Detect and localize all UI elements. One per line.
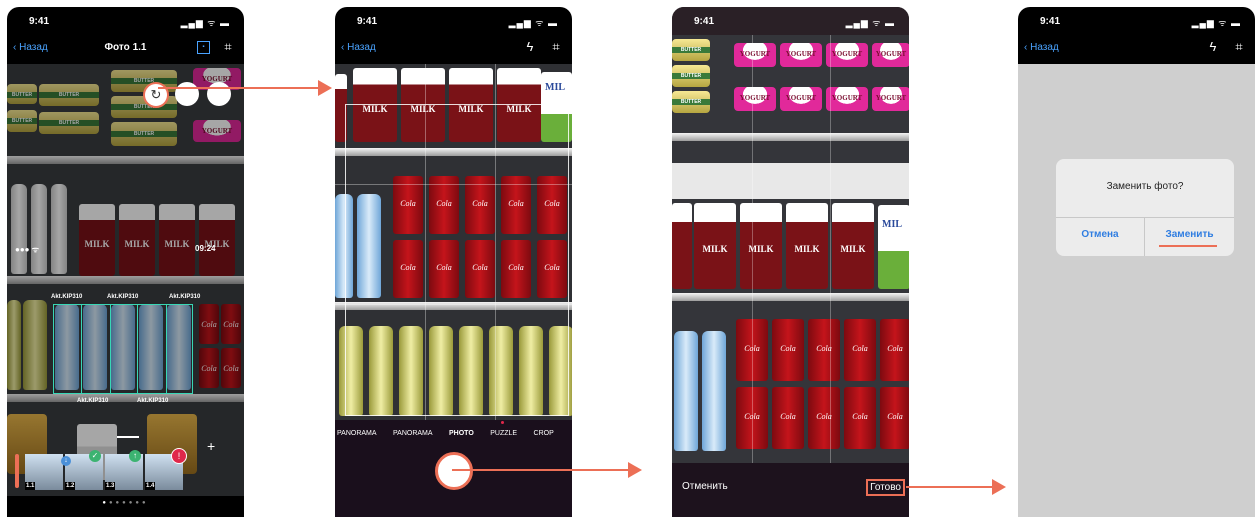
nav-bar: ‹ Назад ϟ ⌗ bbox=[335, 37, 572, 61]
arrow-head-icon bbox=[318, 80, 332, 96]
status-time: 9:41 bbox=[357, 16, 378, 27]
drag-handle[interactable] bbox=[117, 436, 139, 438]
status-bar: 9:41 ▂▄▆ ᯤ ▬ bbox=[7, 7, 244, 35]
product-tag: Akt.KIP310 bbox=[137, 398, 169, 404]
confirm-dialog: Заменить фото? Отмена Заменить bbox=[1056, 159, 1234, 256]
status-time: 9:41 bbox=[29, 16, 50, 27]
mode-panorama[interactable]: PANORAMA bbox=[337, 430, 377, 437]
arrow-head-icon bbox=[628, 462, 642, 478]
flash-off-icon[interactable]: ϟ bbox=[522, 39, 538, 55]
upload-icon: ↑ bbox=[129, 450, 141, 462]
download-icon: ↓ bbox=[61, 456, 71, 466]
cancel-button[interactable]: Отменить bbox=[682, 481, 728, 492]
arrow-head-icon bbox=[992, 479, 1006, 495]
action-button[interactable] bbox=[175, 82, 199, 106]
back-button[interactable]: ‹ Назад bbox=[1024, 42, 1059, 53]
done-button[interactable]: Готово bbox=[866, 479, 905, 496]
back-label: Назад bbox=[347, 42, 376, 53]
product-tag: Akt.KIP310 bbox=[107, 294, 139, 300]
screen-photo-preview: 9:41 ▂▄▆ ᯤ ▬ BUTTER BUTTER BUTTER YOGURT… bbox=[672, 7, 909, 517]
shelf-photo: BUTTER BUTTER BUTTER BUTTER BUTTER BUTTE… bbox=[7, 64, 244, 496]
add-icon[interactable]: + bbox=[207, 438, 215, 454]
thumbnail-strip: 1.1 1.2 ✓ 1.3 ↑ 1.4! ↓ bbox=[25, 448, 205, 490]
mode-crop[interactable]: CROP bbox=[534, 430, 554, 437]
dialog-title: Заменить фото? bbox=[1106, 181, 1184, 192]
status-icons: ▂▄▆ ᯤ ▬ bbox=[180, 18, 230, 28]
mode-selector: PANORAMA PANORAMA PHOTO PUZZLE CROP bbox=[337, 422, 566, 440]
error-icon: ! bbox=[171, 448, 187, 464]
crop-icon[interactable]: ⌗ bbox=[1231, 39, 1247, 55]
mode-puzzle[interactable]: PUZZLE bbox=[490, 430, 517, 437]
status-bar: 9:41 ▂▄▆ ᯤ ▬ bbox=[335, 7, 572, 35]
status-time: 9:41 bbox=[1040, 16, 1061, 27]
flow-arrow bbox=[452, 469, 628, 471]
mode-panorama[interactable]: PANORAMA bbox=[393, 430, 433, 437]
product-tag: Akt.KIP310 bbox=[169, 294, 201, 300]
back-label: Назад bbox=[1030, 42, 1059, 53]
product-tag: Akt.KIP310 bbox=[51, 294, 83, 300]
dimmed-background: Заменить фото? Отмена Заменить bbox=[1018, 64, 1255, 517]
replace-underline bbox=[1159, 245, 1217, 247]
screen-replace-confirm: 9:41 ▂▄▆ ᯤ ▬ ‹ Назад ϟ ⌗ Заменить фото? … bbox=[1018, 7, 1255, 517]
status-time: 9:41 bbox=[694, 16, 715, 27]
overlay-status-left: ●●● ᯤ bbox=[15, 245, 40, 254]
photo-preview: BUTTER BUTTER BUTTER YOGURT YOGURT YOGUR… bbox=[672, 35, 909, 463]
page-indicator: ●●●●●●● bbox=[102, 500, 149, 506]
status-icons: ▂▄▆ ᯤ ▬ bbox=[845, 18, 895, 28]
product-tag: Akt.KIP310 bbox=[77, 398, 109, 404]
selection-marker bbox=[15, 454, 19, 488]
preview-toolbar: Отменить Готово bbox=[672, 463, 909, 517]
status-bar: 9:41 ▂▄▆ ᯤ ▬ bbox=[1018, 7, 1255, 35]
crop-icon[interactable]: ⌗ bbox=[220, 39, 236, 55]
status-icons: ▂▄▆ ᯤ ▬ bbox=[1191, 18, 1241, 28]
retake-icon[interactable]: ↻ bbox=[143, 82, 169, 108]
status-bar: 9:41 ▂▄▆ ᯤ ▬ bbox=[672, 7, 909, 35]
back-button[interactable]: ‹ Назад bbox=[341, 42, 376, 53]
mode-photo[interactable]: PHOTO bbox=[449, 430, 474, 437]
check-icon: ✓ bbox=[89, 450, 101, 462]
shutter-button[interactable] bbox=[435, 452, 473, 490]
nav-bar: ‹ Назад ϟ ⌗ bbox=[1018, 37, 1255, 61]
screen-camera: 9:41 ▂▄▆ ᯤ ▬ ‹ Назад ϟ ⌗ MILK MILK MILK … bbox=[335, 7, 572, 517]
screen-photo-review: 9:41 ▂▄▆ ᯤ ▬ ‹ Назад Фото 1.1 ▪ ⌗ BUTTER… bbox=[7, 7, 244, 517]
capture-frame bbox=[345, 104, 569, 416]
action-button[interactable] bbox=[207, 82, 231, 106]
camera-viewfinder: MILK MILK MILK MILK MIL Cola Cola Cola C… bbox=[335, 64, 572, 420]
thumbnail[interactable]: 1.4! bbox=[145, 448, 187, 490]
flow-arrow bbox=[158, 87, 318, 89]
flow-arrow bbox=[906, 486, 992, 488]
frame-icon[interactable]: ▪ bbox=[197, 41, 210, 54]
nav-bar: ‹ Назад Фото 1.1 ▪ ⌗ bbox=[7, 37, 244, 61]
crop-icon[interactable]: ⌗ bbox=[548, 39, 564, 55]
overlay-status-time: 09:24 bbox=[195, 244, 216, 253]
cancel-button[interactable]: Отмена bbox=[1056, 229, 1144, 240]
thumbnail[interactable]: 1.3 ↑ bbox=[105, 450, 143, 490]
recognition-box bbox=[53, 304, 193, 394]
thumbnail[interactable]: 1.1 bbox=[25, 454, 63, 490]
new-badge bbox=[501, 421, 504, 424]
status-icons: ▂▄▆ ᯤ ▬ bbox=[508, 18, 558, 28]
flash-off-icon[interactable]: ϟ bbox=[1205, 39, 1221, 55]
replace-button[interactable]: Заменить bbox=[1145, 229, 1234, 240]
